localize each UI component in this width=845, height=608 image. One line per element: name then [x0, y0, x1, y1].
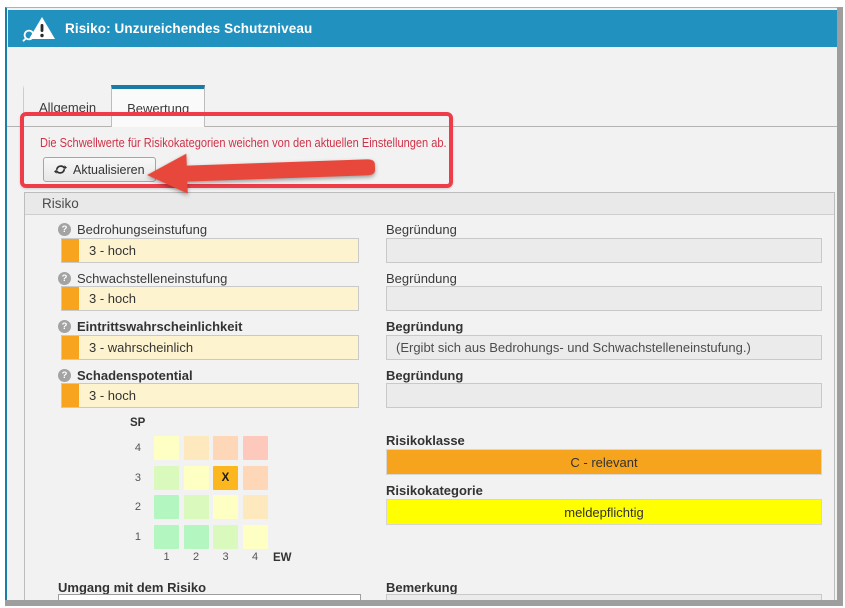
- risikoklasse-label: Risikoklasse: [386, 433, 465, 448]
- matrix-cell: [184, 495, 209, 519]
- vertical-scrollbar[interactable]: [837, 7, 843, 606]
- matrix-cell: [184, 525, 209, 549]
- matrix-col-labels: 1234: [154, 551, 268, 563]
- matrix-cell: [184, 436, 209, 460]
- matrix-row-labels: 4321: [121, 436, 145, 549]
- eintrittswahrscheinlichkeit-label: ? Eintrittswahrscheinlichkeit: [58, 318, 242, 334]
- help-icon[interactable]: ?: [58, 223, 71, 236]
- matrix-x-axis-label: EW: [273, 552, 292, 564]
- umgang-mit-dem-risiko-label: Umgang mit dem Risiko: [58, 579, 206, 595]
- aktualisieren-button[interactable]: Aktualisieren: [43, 157, 156, 182]
- risk-dialog-window: Risiko: Unzureichendes Schutzniveau Allg…: [5, 7, 837, 600]
- begruendung-field-3[interactable]: (Ergibt sich aus Bedrohungs- und Schwach…: [386, 335, 822, 360]
- matrix-cell: [213, 525, 238, 549]
- rating-color-chip: [62, 239, 79, 262]
- rating-color-chip: [62, 287, 79, 310]
- begruendung-field-4[interactable]: [386, 383, 822, 408]
- risiko-section: Risiko ? Bedrohungseinstufung 3 - hoch B…: [24, 192, 835, 600]
- begruendung-label-1: Begründung: [386, 221, 457, 237]
- refresh-icon: [54, 163, 67, 176]
- matrix-cell: [154, 466, 179, 490]
- bemerkung-label: Bemerkung: [386, 579, 458, 595]
- schwachstelleneinstufung-label: ? Schwachstelleneinstufung: [58, 270, 227, 286]
- begruendung-field-1[interactable]: [386, 238, 822, 263]
- warning-message: Die Schwellwerte für Risikokategorien we…: [40, 135, 447, 150]
- tab-bewertung[interactable]: Bewertung: [111, 85, 205, 127]
- matrix-cell: [213, 436, 238, 460]
- schadenspotential-select[interactable]: 3 - hoch: [61, 383, 359, 408]
- schadenspotential-label: ? Schadenspotential: [58, 367, 193, 383]
- rating-color-chip: [62, 384, 79, 407]
- tab-allgemein[interactable]: Allgemein: [23, 85, 111, 126]
- matrix-y-axis-label: SP: [130, 417, 145, 429]
- page-title: Risiko: Unzureichendes Schutzniveau: [65, 21, 312, 36]
- matrix-cell-selected: X: [213, 466, 238, 490]
- horizontal-scrollbar[interactable]: [5, 600, 843, 606]
- page: Risiko: Unzureichendes Schutzniveau Allg…: [0, 0, 845, 608]
- matrix-cell: [184, 466, 209, 490]
- tab-bar: Allgemein Bewertung: [7, 85, 837, 127]
- matrix-cell: [154, 495, 179, 519]
- risikokategorie-label: Risikokategorie: [386, 483, 483, 498]
- bedrohungseinstufung-label: ? Bedrohungseinstufung: [58, 221, 207, 237]
- matrix-cell: [243, 525, 268, 549]
- begruendung-label-4: Begründung: [386, 367, 463, 383]
- annotation-arrow-icon: [144, 145, 379, 197]
- matrix-cell: [154, 436, 179, 460]
- risikokategorie-value: meldepflichtig: [386, 499, 822, 525]
- rating-color-chip: [62, 336, 79, 359]
- matrix-cell: [154, 525, 179, 549]
- bedrohungseinstufung-select[interactable]: 3 - hoch: [61, 238, 359, 263]
- title-bar: Risiko: Unzureichendes Schutzniveau: [8, 10, 837, 47]
- begruendung-field-2[interactable]: [386, 286, 822, 311]
- eintrittswahrscheinlichkeit-select[interactable]: 3 - wahrscheinlich: [61, 335, 359, 360]
- begruendung-label-2: Begründung: [386, 270, 457, 286]
- matrix-cell: [243, 436, 268, 460]
- schwachstelleneinstufung-select[interactable]: 3 - hoch: [61, 286, 359, 311]
- risikoklasse-value: C - relevant: [386, 449, 822, 475]
- help-icon[interactable]: ?: [58, 272, 71, 285]
- help-icon[interactable]: ?: [58, 320, 71, 333]
- matrix-cell: [243, 495, 268, 519]
- risk-warning-search-icon: [22, 16, 56, 42]
- matrix-cell: [243, 466, 268, 490]
- matrix-cell: [213, 495, 238, 519]
- help-icon[interactable]: ?: [58, 369, 71, 382]
- risk-matrix: X: [154, 436, 268, 549]
- begruendung-label-3: Begründung: [386, 318, 463, 334]
